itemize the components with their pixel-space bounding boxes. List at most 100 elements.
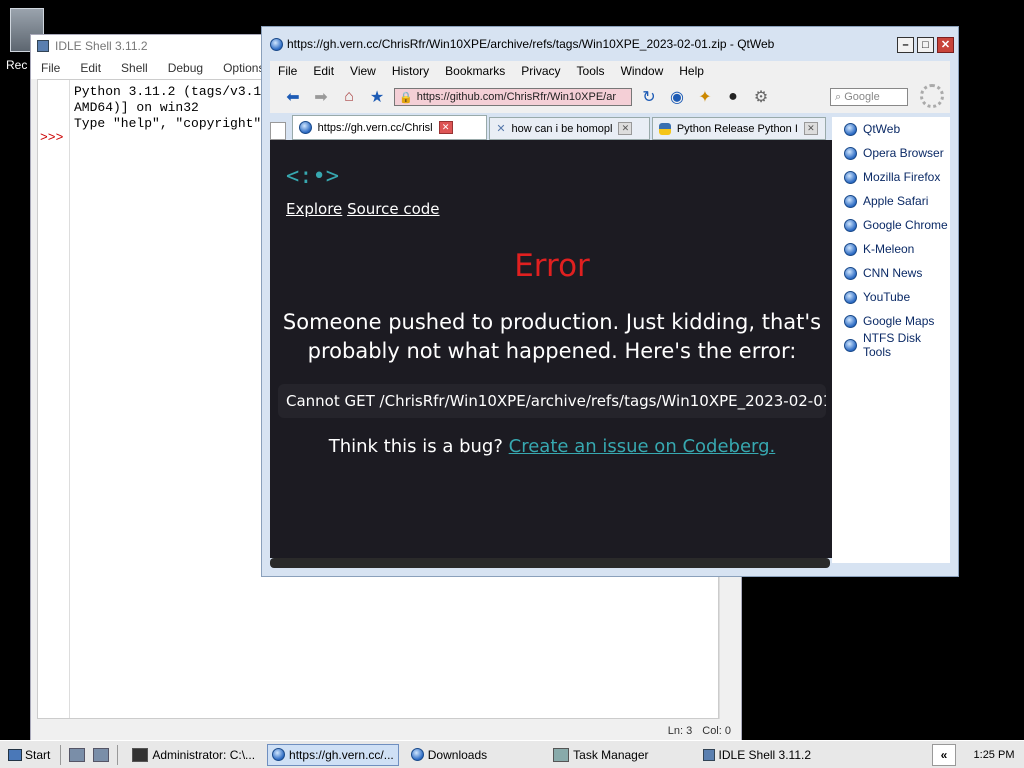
globe-dropdown-icon[interactable]: ◉: [666, 87, 688, 107]
task-task-manager[interactable]: Task Manager: [549, 744, 652, 766]
python-icon: [702, 748, 715, 761]
sidebar-item-label: CNN News: [863, 266, 923, 280]
globe-icon: [272, 748, 286, 761]
window-controls: – □ ✕: [897, 37, 954, 53]
tab-label: how can i be homopl: [511, 122, 613, 135]
sidebar-item-label: YouTube: [863, 290, 911, 304]
sidebar-item-label: Mozilla Firefox: [863, 170, 941, 184]
maximize-button[interactable]: □: [917, 37, 934, 53]
bookmark-star-icon[interactable]: ★: [366, 87, 388, 107]
system-tray: « 1:25 PM: [932, 741, 1024, 768]
idle-menu-shell[interactable]: Shell: [111, 61, 158, 75]
forward-icon[interactable]: ➡: [310, 87, 332, 107]
sidebar-item-youtube[interactable]: YouTube: [832, 285, 950, 309]
clock[interactable]: 1:25 PM: [964, 749, 1024, 761]
menu-help[interactable]: Help: [671, 64, 712, 78]
task-idle[interactable]: IDLE Shell 3.11.2: [699, 744, 816, 766]
sidebar-item-label: Google Chrome: [863, 218, 948, 232]
home-icon[interactable]: ⌂: [338, 87, 360, 107]
tab-search[interactable]: ✕ how can i be homopl ✕: [489, 117, 650, 140]
sidebar-item-opera[interactable]: Opera Browser: [832, 141, 950, 165]
sidebar-item-label: Google Maps: [863, 314, 935, 328]
error-code-block: Cannot GET /ChrisRfr/Win10XPE/archive/re…: [278, 384, 826, 418]
idle-menu-file[interactable]: File: [31, 61, 70, 75]
task-qtweb[interactable]: https://gh.vern.cc/...: [267, 743, 399, 766]
globe-icon: [844, 218, 857, 232]
tab-close-icon[interactable]: ✕: [803, 122, 818, 135]
shell-output: Python 3.11.2 (tags/v3.1 AMD64)] on win32…: [74, 84, 261, 132]
globe-icon: [844, 122, 857, 136]
sidebar-item-label: Apple Safari: [863, 194, 929, 208]
tab-gh-vern[interactable]: https://gh.vern.cc/Chrisl ✕: [291, 115, 488, 140]
sidebar-item-firefox[interactable]: Mozilla Firefox: [832, 165, 950, 189]
sidebar-item-k-meleon[interactable]: K-Meleon: [832, 237, 950, 261]
sidebar-item-qtweb[interactable]: QtWeb: [832, 117, 950, 141]
source-code-link[interactable]: Source code: [347, 200, 439, 218]
tab-favicon-icon: [298, 121, 312, 134]
menu-history[interactable]: History: [384, 64, 437, 78]
shell-prompt: >>>: [40, 130, 64, 145]
qtweb-menubar: File Edit View History Bookmarks Privacy…: [270, 61, 950, 81]
tab-bar: https://gh.vern.cc/Chrisl ✕ ✕ how can i …: [270, 115, 826, 140]
error-heading: Error: [514, 248, 590, 284]
web-page-content: <:•> Explore Source code Error Someone p…: [270, 140, 834, 558]
globe-icon: [844, 194, 857, 208]
console-icon: [132, 747, 149, 762]
search-placeholder: Google: [844, 91, 880, 103]
minimize-button[interactable]: –: [897, 37, 914, 53]
menu-edit[interactable]: Edit: [305, 64, 342, 78]
menu-file[interactable]: File: [270, 64, 305, 78]
close-button[interactable]: ✕: [937, 37, 954, 53]
tab-close-icon[interactable]: ✕: [438, 121, 453, 134]
tab-label: Python Release Python I: [676, 122, 798, 135]
menu-privacy[interactable]: Privacy: [513, 64, 568, 78]
task-label: Downloads: [427, 747, 488, 762]
globe-icon: [844, 146, 857, 160]
privacy-icon[interactable]: ●: [722, 87, 744, 107]
sidebar-item-chrome[interactable]: Google Chrome: [832, 213, 950, 237]
bookmarks-sidebar: QtWeb Opera Browser Mozilla Firefox Appl…: [832, 117, 950, 563]
python-icon: [37, 40, 49, 52]
address-bar[interactable]: 🔒 https://github.com/ChrisRfr/Win10XPE/a…: [394, 88, 632, 106]
menu-tools[interactable]: Tools: [569, 64, 613, 78]
task-downloads[interactable]: Downloads: [407, 744, 491, 766]
sidebar-item-ntfs-tools[interactable]: NTFS Disk Tools: [832, 331, 950, 359]
tray-expand-icon[interactable]: «: [932, 744, 956, 766]
new-tab-icon[interactable]: [270, 122, 286, 140]
codeberg-logo-icon[interactable]: <:•>: [286, 164, 339, 189]
globe-icon: [844, 170, 857, 184]
qtweb-titlebar[interactable]: https://gh.vern.cc/ChrisRfr/Win10XPE/arc…: [262, 27, 958, 61]
taskbar-separator: [60, 744, 62, 765]
globe-icon: [844, 242, 857, 256]
sidebar-item-label: Opera Browser: [863, 146, 944, 160]
settings-icon[interactable]: ⚙: [750, 87, 772, 107]
create-issue-link[interactable]: Create an issue on Codeberg.: [509, 436, 776, 457]
idle-menu-debug[interactable]: Debug: [158, 61, 213, 75]
show-desktop-icon[interactable]: [69, 747, 86, 762]
page-horizontal-scrollbar[interactable]: [270, 558, 830, 568]
sidebar-item-google-maps[interactable]: Google Maps: [832, 309, 950, 333]
sidebar-item-label: NTFS Disk Tools: [863, 331, 921, 359]
prompt-gutter: >>>: [38, 80, 70, 718]
reload-icon[interactable]: ↻: [638, 87, 660, 107]
menu-window[interactable]: Window: [613, 64, 672, 78]
explorer-icon[interactable]: [93, 747, 110, 762]
task-label: Administrator: C:\...: [152, 747, 256, 762]
explore-link[interactable]: Explore: [286, 200, 342, 218]
back-icon[interactable]: ⬅: [282, 87, 304, 107]
search-input[interactable]: ⌕ Google: [830, 88, 908, 106]
magic-wand-icon[interactable]: ✦: [694, 87, 716, 107]
task-cmd[interactable]: Administrator: C:\...: [128, 744, 259, 766]
menu-bookmarks[interactable]: Bookmarks: [437, 64, 513, 78]
start-button[interactable]: Start: [0, 743, 56, 767]
qtweb-title: https://gh.vern.cc/ChrisRfr/Win10XPE/arc…: [287, 37, 775, 51]
qtweb-window[interactable]: https://gh.vern.cc/ChrisRfr/Win10XPE/arc…: [261, 26, 959, 577]
idle-menu-edit[interactable]: Edit: [70, 61, 111, 75]
tab-label: https://gh.vern.cc/Chrisl: [317, 121, 433, 134]
tab-close-icon[interactable]: ✕: [618, 122, 633, 135]
menu-view[interactable]: View: [342, 64, 384, 78]
sidebar-item-safari[interactable]: Apple Safari: [832, 189, 950, 213]
sidebar-item-cnn[interactable]: CNN News: [832, 261, 950, 285]
globe-icon: [844, 338, 857, 352]
tab-python-release[interactable]: Python Release Python I ✕: [651, 117, 826, 140]
